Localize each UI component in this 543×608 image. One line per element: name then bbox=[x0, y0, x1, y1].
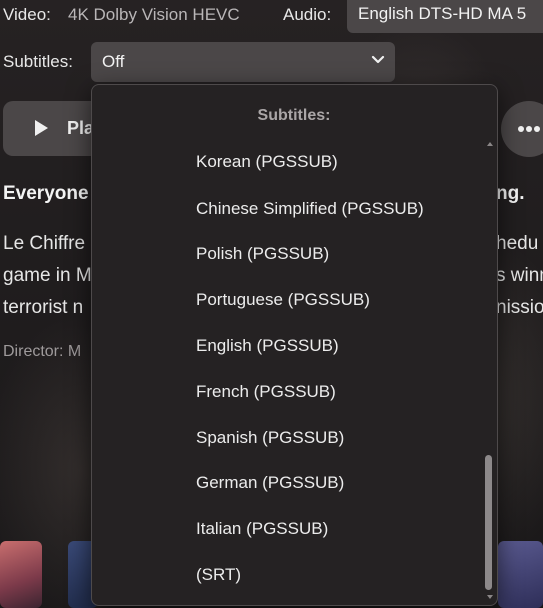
subtitle-option[interactable]: French (PGSSUB) bbox=[196, 382, 336, 402]
subtitle-option[interactable]: Spanish (PGSSUB) bbox=[196, 428, 344, 448]
subtitle-option[interactable]: Chinese Simplified (PGSSUB) bbox=[196, 199, 424, 219]
subtitle-option[interactable]: Portuguese (PGSSUB) bbox=[196, 290, 370, 310]
scrollbar-thumb[interactable] bbox=[485, 455, 492, 590]
video-value: 4K Dolby Vision HEVC bbox=[68, 5, 240, 24]
subtitle-option[interactable]: English (PGSSUB) bbox=[196, 336, 339, 356]
play-button-label: Pla bbox=[67, 118, 95, 138]
subtitle-option[interactable]: Korean (PGSSUB) bbox=[196, 152, 338, 172]
overview-line-3-start: terrorist n bbox=[3, 297, 84, 318]
subtitles-dropdown-menu[interactable]: Subtitles: Korean (PGSSUB) Chinese Simpl… bbox=[91, 84, 498, 606]
overview-line-2-start: game in M bbox=[3, 265, 92, 286]
subtitles-label: Subtitles: bbox=[3, 52, 73, 71]
video-label: Video: bbox=[3, 5, 51, 24]
subtitle-option[interactable]: (SRT) bbox=[196, 565, 241, 585]
tagline-start: Everyone bbox=[3, 183, 89, 204]
audio-select[interactable]: English DTS-HD MA 5 bbox=[347, 0, 543, 33]
overview-line-2-end: s winn bbox=[496, 265, 543, 286]
dropdown-header: Subtitles: bbox=[257, 107, 331, 124]
play-icon bbox=[35, 120, 48, 136]
subtitle-option[interactable]: Italian (PGSSUB) bbox=[196, 519, 328, 539]
scroll-down-arrow-icon[interactable] bbox=[487, 595, 493, 599]
director-credit: Director: M bbox=[3, 343, 82, 360]
subtitle-option[interactable]: Polish (PGSSUB) bbox=[196, 244, 329, 264]
subtitle-option[interactable]: German (PGSSUB) bbox=[196, 473, 344, 493]
chevron-down-icon bbox=[371, 55, 385, 64]
overview-line-1-start: Le Chiffre bbox=[3, 233, 86, 254]
cast-thumbnail[interactable] bbox=[0, 541, 42, 608]
tagline-end: ng. bbox=[496, 183, 525, 204]
scroll-up-arrow-icon[interactable] bbox=[487, 142, 493, 146]
overview-line-1-end: hedu bbox=[496, 233, 539, 254]
audio-label: Audio: bbox=[283, 5, 332, 24]
subtitles-select[interactable]: Off bbox=[91, 42, 395, 82]
audio-select-value: English DTS-HD MA 5 bbox=[358, 4, 527, 23]
subtitles-select-value: Off bbox=[102, 52, 125, 71]
cast-thumbnail[interactable] bbox=[498, 541, 543, 608]
overview-line-3-end: nissio bbox=[496, 297, 543, 318]
